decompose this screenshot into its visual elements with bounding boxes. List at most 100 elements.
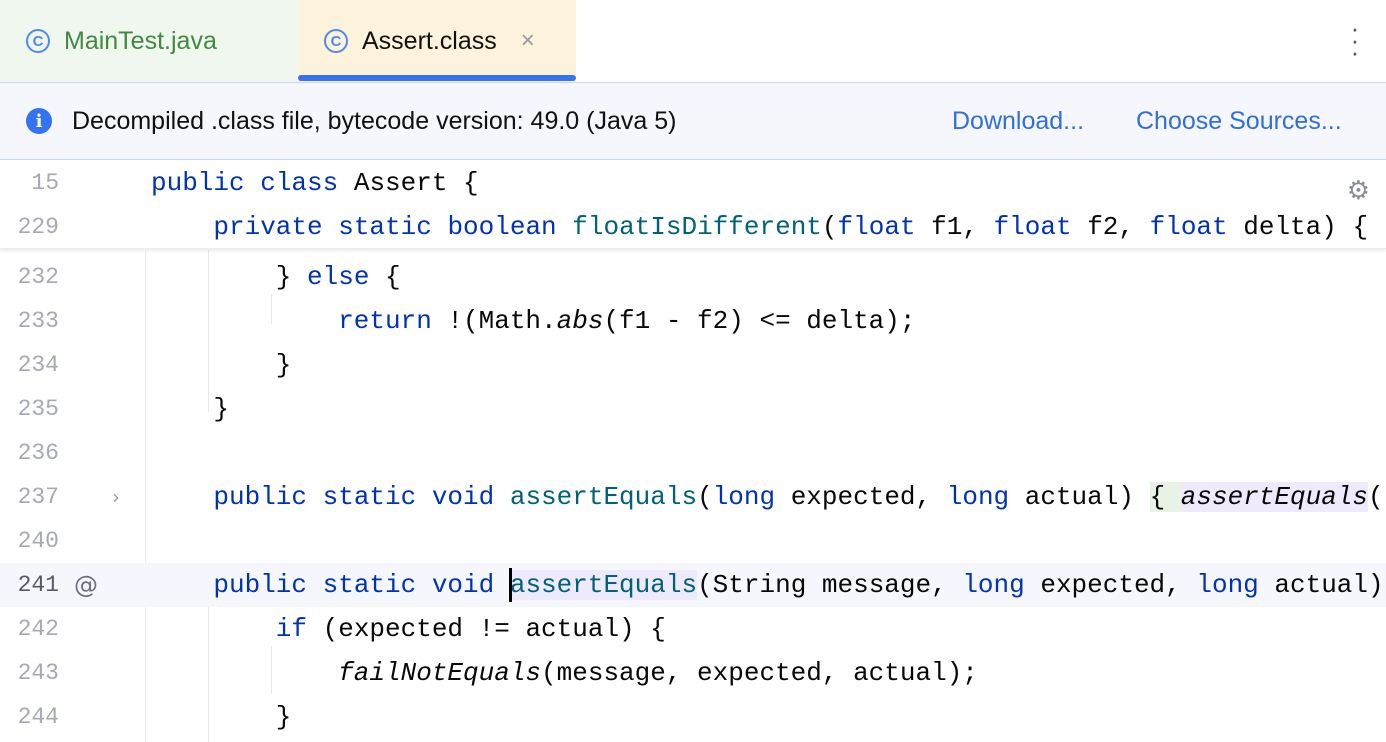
tab-label: Assert.class — [362, 27, 497, 56]
sticky-lines-header[interactable]: 15 public class Assert { 229 private static… — [0, 160, 1386, 249]
code-token: public — [151, 168, 260, 198]
code-token: floatIsDifferent — [572, 212, 822, 242]
code-token: f1, — [931, 212, 993, 242]
code-token: (String message, — [697, 570, 962, 600]
code-text: if (expected != actual) { — [276, 607, 666, 651]
code-editor[interactable]: 15 public class Assert { 229 private static… — [0, 160, 1386, 742]
code-token: float — [1150, 212, 1244, 242]
code-line[interactable]: 240 — [0, 519, 1386, 563]
fold-expand-icon[interactable]: › — [112, 475, 120, 519]
code-token: ( — [822, 212, 838, 242]
banner-message: Decompiled .class file, bytecode version… — [72, 107, 676, 136]
choose-sources-link[interactable]: Choose Sources... — [1136, 107, 1342, 136]
code-text: public class Assert { — [151, 161, 479, 205]
code-token: class — [260, 168, 354, 198]
code-token: ( — [1368, 482, 1384, 512]
code-token: { — [385, 262, 401, 292]
code-token: (f1 - f2) <= delta); — [603, 306, 915, 336]
close-icon[interactable]: × — [521, 27, 535, 55]
code-text: } — [276, 343, 292, 387]
download-link[interactable]: Download... — [952, 107, 1084, 136]
code-line[interactable]: 15 public class Assert { — [0, 161, 1386, 205]
line-number[interactable]: 236 — [0, 431, 59, 475]
code-line[interactable]: 241 @ public static void assertEquals(Stri… — [0, 563, 1386, 607]
code-text: public static void assertEquals(long exp… — [213, 475, 1383, 519]
code-text: } — [276, 695, 292, 739]
code-token: !(Math. — [447, 306, 556, 336]
code-token: } — [276, 350, 292, 380]
class-icon: C — [324, 29, 348, 53]
code-token: f2, — [1087, 212, 1149, 242]
line-number[interactable]: 15 — [0, 161, 59, 205]
info-icon: i — [26, 108, 52, 134]
code-token: static — [323, 570, 432, 600]
code-token: } — [213, 394, 229, 424]
line-number[interactable]: 233 — [0, 299, 59, 343]
code-line[interactable]: 229 private static boolean floatIsDiffere… — [0, 205, 1386, 249]
line-number[interactable]: 232 — [0, 255, 59, 299]
code-token: public — [213, 482, 322, 512]
tab-assert-class[interactable]: C Assert.class × — [298, 0, 576, 82]
code-line[interactable]: 234} — [0, 343, 1386, 387]
code-line[interactable]: 233 return !(Math.abs(f1 - f2) <= delta); — [0, 299, 1386, 343]
code-token: assertEquals — [1181, 482, 1368, 512]
line-number[interactable]: 229 — [0, 205, 59, 249]
code-token: abs — [557, 306, 604, 336]
code-line[interactable]: 236 — [0, 431, 1386, 475]
code-text: } — [213, 387, 229, 431]
line-number[interactable]: 240 — [0, 519, 59, 563]
code-text: public static void assertEquals(String m… — [213, 563, 1383, 607]
code-token: void — [432, 482, 510, 512]
line-number[interactable]: 234 — [0, 343, 59, 387]
code-token: private — [213, 212, 338, 242]
code-token: actual) — [1025, 482, 1150, 512]
code-token: ( — [697, 482, 713, 512]
settings-gear-icon[interactable]: ⚙ — [1347, 176, 1370, 206]
code-line[interactable]: 232} else { — [0, 255, 1386, 299]
code-token: float — [994, 212, 1088, 242]
decompiled-notification-banner: i Decompiled .class file, bytecode versi… — [0, 83, 1386, 160]
code-token: boolean — [447, 212, 572, 242]
line-number[interactable]: 235 — [0, 387, 59, 431]
line-number[interactable]: 237 — [0, 475, 59, 519]
code-token: if — [276, 614, 323, 644]
code-line[interactable]: 235} — [0, 387, 1386, 431]
text-caret — [509, 568, 512, 602]
code-text: return !(Math.abs(f1 - f2) <= delta); — [338, 299, 915, 343]
code-line[interactable]: 244} — [0, 695, 1386, 739]
line-number[interactable]: 241 — [0, 563, 59, 607]
code-token: (message, expected, actual); — [541, 658, 978, 688]
line-number[interactable]: 242 — [0, 607, 59, 651]
code-text: } else { — [276, 255, 401, 299]
code-text: private static boolean floatIsDifferent(… — [213, 205, 1368, 249]
code-line[interactable]: 242 if (expected != actual) { — [0, 607, 1386, 651]
tab-maintest-java[interactable]: C MainTest.java — [0, 0, 298, 82]
code-token: assertEquals — [510, 482, 697, 512]
code-token: assertEquals — [510, 570, 697, 600]
code-token: void — [432, 570, 510, 600]
code-line[interactable]: 237 › public static void assertEquals(long… — [0, 475, 1386, 519]
line-number[interactable]: 243 — [0, 651, 59, 695]
code-token: long — [962, 570, 1040, 600]
code-token: } — [276, 702, 292, 732]
code-token: long — [713, 482, 791, 512]
code-token: failNotEquals — [338, 658, 541, 688]
code-token: float — [838, 212, 932, 242]
code-line[interactable]: 243 failNotEquals(message, expected, actu… — [0, 651, 1386, 695]
active-tab-indicator — [298, 75, 576, 81]
code-token: { — [1150, 482, 1181, 512]
class-icon: C — [26, 29, 50, 53]
code-token: else — [307, 262, 385, 292]
code-token: public — [213, 570, 322, 600]
line-number[interactable]: 244 — [0, 695, 59, 739]
code-token: static — [338, 212, 447, 242]
tab-label: MainTest.java — [64, 27, 217, 56]
code-token: delta) { — [1243, 212, 1368, 242]
code-token: long — [1196, 570, 1274, 600]
annotation-gutter-icon[interactable]: @ — [74, 563, 98, 607]
more-options-icon[interactable]: ··· — [1350, 22, 1360, 58]
code-text: failNotEquals(message, expected, actual)… — [338, 651, 978, 695]
code-token: } — [276, 262, 307, 292]
code-token: (expected != actual) { — [323, 614, 666, 644]
editor-tab-bar: C MainTest.java C Assert.class × ··· — [0, 0, 1386, 83]
